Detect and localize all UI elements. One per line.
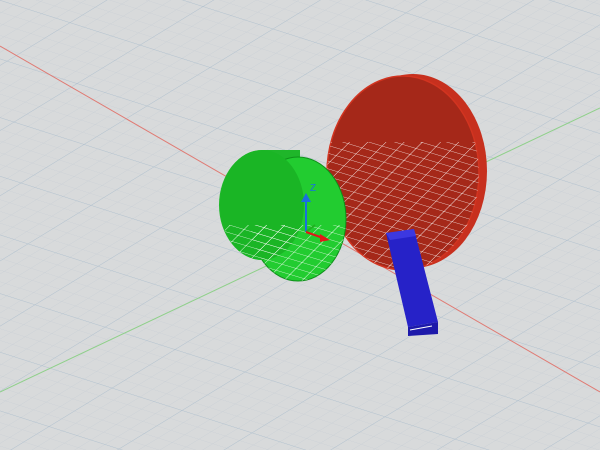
3d-viewport[interactable]: Z	[0, 0, 600, 450]
ucs-z-label: Z	[310, 183, 316, 194]
model-space-canvas[interactable]: Z	[0, 0, 600, 450]
